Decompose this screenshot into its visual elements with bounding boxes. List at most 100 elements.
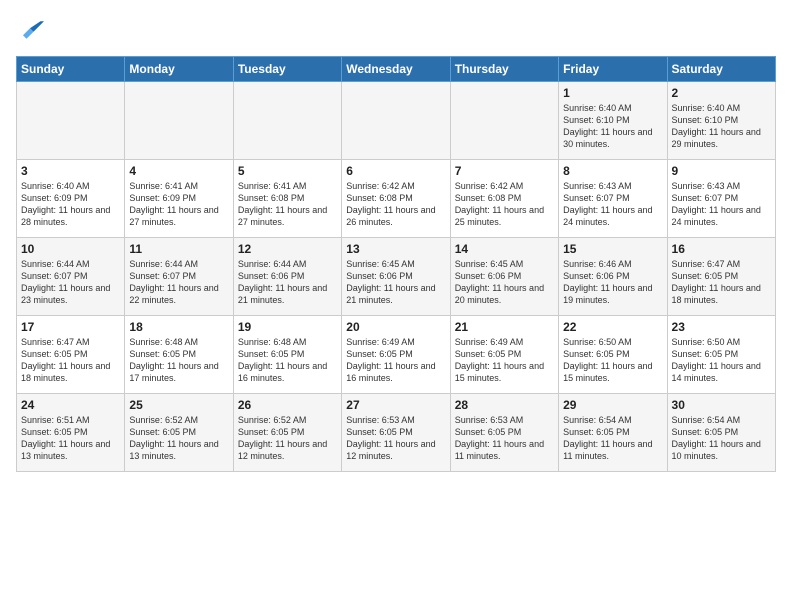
day-info: Sunrise: 6:40 AM Sunset: 6:10 PM Dayligh… (563, 102, 662, 151)
day-info: Sunrise: 6:41 AM Sunset: 6:09 PM Dayligh… (129, 180, 228, 229)
weekday-header-monday: Monday (125, 57, 233, 82)
calendar-cell: 26Sunrise: 6:52 AM Sunset: 6:05 PM Dayli… (233, 394, 341, 472)
day-info: Sunrise: 6:40 AM Sunset: 6:09 PM Dayligh… (21, 180, 120, 229)
day-info: Sunrise: 6:43 AM Sunset: 6:07 PM Dayligh… (672, 180, 771, 229)
calendar-week-row: 1 Sunrise: 6:40 AM Sunset: 6:10 PM Daylig… (17, 82, 776, 160)
calendar-cell: 13 Sunrise: 6:45 AM Sunset: 6:06 PM Dayli… (342, 238, 450, 316)
calendar-week-row: 24 Sunrise: 6:51 AM Sunset: 6:05 PM Dayli… (17, 394, 776, 472)
day-info: Sunrise: 6:45 AM Sunset: 6:06 PM Dayligh… (455, 258, 554, 307)
day-info: Sunrise: 6:44 AM Sunset: 6:07 PM Dayligh… (21, 258, 120, 307)
calendar-cell: 14 Sunrise: 6:45 AM Sunset: 6:06 PM Dayli… (450, 238, 558, 316)
calendar-cell (450, 82, 558, 160)
day-info: Sunrise: 6:50 AM Sunset: 6:05 PM Dayligh… (672, 336, 771, 385)
weekday-header-friday: Friday (559, 57, 667, 82)
day-info: Sunrise: 6:43 AM Sunset: 6:07 PM Dayligh… (563, 180, 662, 229)
day-info: Sunrise: 6:41 AM Sunset: 6:08 PM Dayligh… (238, 180, 337, 229)
day-info: Sunrise: 6:42 AM Sunset: 6:08 PM Dayligh… (455, 180, 554, 229)
day-number: 21 (455, 320, 554, 334)
day-number: 24 (21, 398, 120, 412)
header (16, 16, 776, 44)
calendar-cell (17, 82, 125, 160)
weekday-header-sunday: Sunday (17, 57, 125, 82)
calendar-cell: 11 Sunrise: 6:44 AM Sunset: 6:07 PM Dayli… (125, 238, 233, 316)
calendar-cell: 30 Sunrise: 6:54 AM Sunset: 6:05 PM Dayli… (667, 394, 775, 472)
day-number: 6 (346, 164, 445, 178)
logo (16, 16, 48, 44)
day-number: 25 (129, 398, 228, 412)
calendar-cell: 24 Sunrise: 6:51 AM Sunset: 6:05 PM Dayli… (17, 394, 125, 472)
day-number: 26 (238, 398, 337, 412)
day-number: 14 (455, 242, 554, 256)
day-info: Sunrise: 6:45 AM Sunset: 6:06 PM Dayligh… (346, 258, 445, 307)
calendar-week-row: 17 Sunrise: 6:47 AM Sunset: 6:05 PM Dayli… (17, 316, 776, 394)
day-number: 7 (455, 164, 554, 178)
day-info: Sunrise: 6:53 AM Sunset: 6:05 PM Dayligh… (346, 414, 445, 463)
day-info: Sunrise: 6:48 AM Sunset: 6:05 PM Dayligh… (238, 336, 337, 385)
day-number: 30 (672, 398, 771, 412)
day-number: 27 (346, 398, 445, 412)
calendar-cell: 16 Sunrise: 6:47 AM Sunset: 6:05 PM Dayli… (667, 238, 775, 316)
day-number: 17 (21, 320, 120, 334)
day-info: Sunrise: 6:47 AM Sunset: 6:05 PM Dayligh… (21, 336, 120, 385)
day-info: Sunrise: 6:44 AM Sunset: 6:06 PM Dayligh… (238, 258, 337, 307)
calendar-cell: 4Sunrise: 6:41 AM Sunset: 6:09 PM Daylig… (125, 160, 233, 238)
calendar-cell (125, 82, 233, 160)
weekday-header-tuesday: Tuesday (233, 57, 341, 82)
day-number: 23 (672, 320, 771, 334)
day-info: Sunrise: 6:52 AM Sunset: 6:05 PM Dayligh… (129, 414, 228, 463)
calendar-cell: 9Sunrise: 6:43 AM Sunset: 6:07 PM Daylig… (667, 160, 775, 238)
weekday-header-thursday: Thursday (450, 57, 558, 82)
calendar-cell: 1 Sunrise: 6:40 AM Sunset: 6:10 PM Daylig… (559, 82, 667, 160)
day-info: Sunrise: 6:54 AM Sunset: 6:05 PM Dayligh… (672, 414, 771, 463)
day-number: 29 (563, 398, 662, 412)
day-number: 1 (563, 86, 662, 100)
day-number: 2 (672, 86, 771, 100)
logo-icon (16, 16, 44, 44)
day-number: 20 (346, 320, 445, 334)
day-number: 19 (238, 320, 337, 334)
weekday-header-wednesday: Wednesday (342, 57, 450, 82)
day-info: Sunrise: 6:46 AM Sunset: 6:06 PM Dayligh… (563, 258, 662, 307)
calendar-cell: 17 Sunrise: 6:47 AM Sunset: 6:05 PM Dayli… (17, 316, 125, 394)
calendar-cell: 12 Sunrise: 6:44 AM Sunset: 6:06 PM Dayli… (233, 238, 341, 316)
day-info: Sunrise: 6:48 AM Sunset: 6:05 PM Dayligh… (129, 336, 228, 385)
day-number: 11 (129, 242, 228, 256)
calendar-cell: 19 Sunrise: 6:48 AM Sunset: 6:05 PM Dayli… (233, 316, 341, 394)
weekday-header-saturday: Saturday (667, 57, 775, 82)
day-number: 10 (21, 242, 120, 256)
day-info: Sunrise: 6:47 AM Sunset: 6:05 PM Dayligh… (672, 258, 771, 307)
calendar-cell: 15 Sunrise: 6:46 AM Sunset: 6:06 PM Dayli… (559, 238, 667, 316)
day-info: Sunrise: 6:49 AM Sunset: 6:05 PM Dayligh… (346, 336, 445, 385)
day-number: 12 (238, 242, 337, 256)
day-number: 13 (346, 242, 445, 256)
day-info: Sunrise: 6:49 AM Sunset: 6:05 PM Dayligh… (455, 336, 554, 385)
calendar-cell (342, 82, 450, 160)
calendar-cell: 5 Sunrise: 6:41 AM Sunset: 6:08 PM Daylig… (233, 160, 341, 238)
day-info: Sunrise: 6:50 AM Sunset: 6:05 PM Dayligh… (563, 336, 662, 385)
day-number: 5 (238, 164, 337, 178)
day-info: Sunrise: 6:53 AM Sunset: 6:05 PM Dayligh… (455, 414, 554, 463)
day-info: Sunrise: 6:44 AM Sunset: 6:07 PM Dayligh… (129, 258, 228, 307)
day-number: 16 (672, 242, 771, 256)
calendar-cell: 18Sunrise: 6:48 AM Sunset: 6:05 PM Dayli… (125, 316, 233, 394)
calendar-cell: 3 Sunrise: 6:40 AM Sunset: 6:09 PM Daylig… (17, 160, 125, 238)
weekday-header-row: SundayMondayTuesdayWednesdayThursdayFrid… (17, 57, 776, 82)
day-info: Sunrise: 6:51 AM Sunset: 6:05 PM Dayligh… (21, 414, 120, 463)
day-number: 8 (563, 164, 662, 178)
calendar-cell: 10 Sunrise: 6:44 AM Sunset: 6:07 PM Dayli… (17, 238, 125, 316)
day-info: Sunrise: 6:42 AM Sunset: 6:08 PM Dayligh… (346, 180, 445, 229)
calendar-cell: 21 Sunrise: 6:49 AM Sunset: 6:05 PM Dayli… (450, 316, 558, 394)
calendar-cell: 6 Sunrise: 6:42 AM Sunset: 6:08 PM Daylig… (342, 160, 450, 238)
calendar-cell: 8 Sunrise: 6:43 AM Sunset: 6:07 PM Daylig… (559, 160, 667, 238)
calendar-cell: 27 Sunrise: 6:53 AM Sunset: 6:05 PM Dayli… (342, 394, 450, 472)
page: SundayMondayTuesdayWednesdayThursdayFrid… (0, 0, 792, 482)
day-number: 15 (563, 242, 662, 256)
calendar-cell (233, 82, 341, 160)
calendar-cell: 29Sunrise: 6:54 AM Sunset: 6:05 PM Dayli… (559, 394, 667, 472)
calendar-week-row: 3 Sunrise: 6:40 AM Sunset: 6:09 PM Daylig… (17, 160, 776, 238)
day-number: 22 (563, 320, 662, 334)
day-number: 3 (21, 164, 120, 178)
calendar-cell: 7 Sunrise: 6:42 AM Sunset: 6:08 PM Daylig… (450, 160, 558, 238)
calendar-cell: 22 Sunrise: 6:50 AM Sunset: 6:05 PM Dayli… (559, 316, 667, 394)
calendar-cell: 23 Sunrise: 6:50 AM Sunset: 6:05 PM Dayli… (667, 316, 775, 394)
